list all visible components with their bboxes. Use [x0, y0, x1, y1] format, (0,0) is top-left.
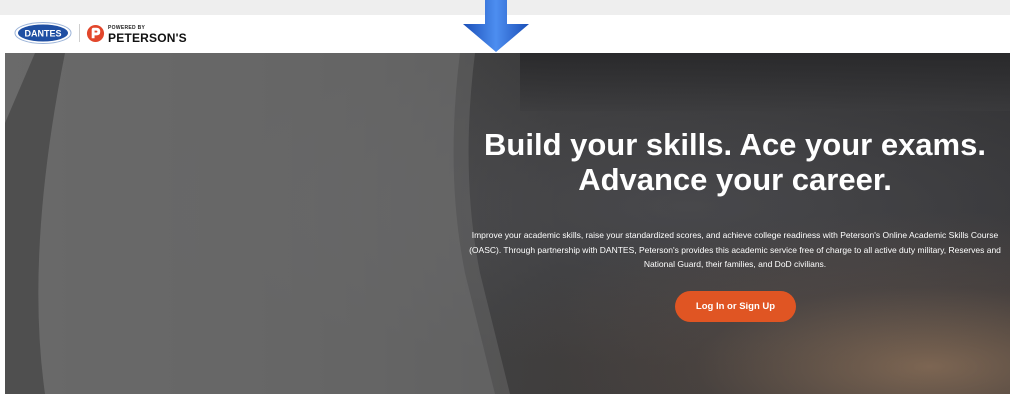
background-monitor — [520, 53, 1010, 111]
headline-line-2: Advance your career. — [578, 162, 892, 197]
down-arrow-icon — [463, 0, 529, 52]
headline-line-1: Build your skills. Ace your exams. — [484, 127, 986, 162]
laptop-background-image — [5, 53, 510, 394]
dantes-logo-text: DANTES — [24, 29, 61, 39]
header-divider — [79, 24, 80, 42]
petersons-logo-icon — [86, 24, 105, 43]
hero-description: Improve your academic skills, raise your… — [469, 230, 1001, 269]
dantes-logo[interactable]: DANTES — [14, 22, 72, 44]
petersons-wordmark[interactable]: PETERSON'S — [108, 31, 187, 45]
hero-section: Build your skills. Ace your exams. Advan… — [5, 53, 1010, 394]
login-signup-button[interactable]: Log In or Sign Up — [675, 291, 796, 322]
hero-headline: Build your skills. Ace your exams. Advan… — [460, 127, 1010, 197]
